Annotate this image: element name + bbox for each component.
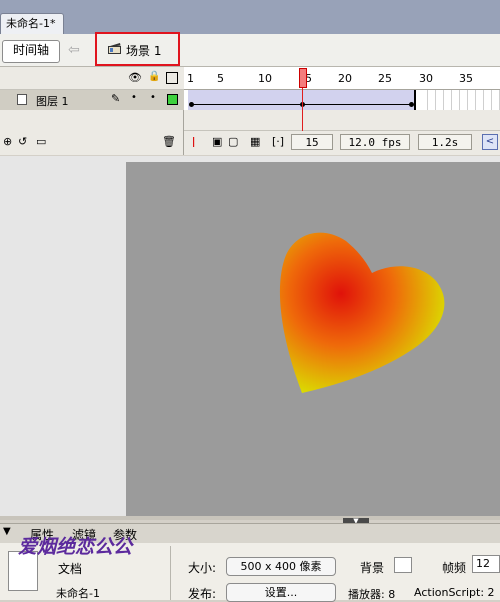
edit-multiple-icon[interactable]: ▦: [250, 135, 260, 148]
back-arrow-icon[interactable]: ⇦: [68, 42, 80, 58]
layer-row[interactable]: [0, 90, 184, 110]
onion-markers-icon[interactable]: [·]: [272, 135, 284, 148]
doc-type-label: 文档: [58, 562, 83, 576]
pencil-icon: ✎: [111, 92, 121, 105]
publish-label: 发布:: [188, 587, 217, 601]
current-frame-readout: 15: [291, 134, 333, 150]
frame-rate-readout: 12.0 fps: [340, 134, 410, 150]
layer-header: 👁 🔒: [0, 67, 184, 90]
layer-icon: [17, 94, 27, 105]
background-label: 背景: [360, 561, 385, 575]
ruler-tick: 5: [217, 72, 224, 85]
visibility-dot-icon[interactable]: •: [131, 92, 137, 103]
playhead-line: [302, 88, 303, 131]
playhead[interactable]: [299, 68, 307, 88]
layer-tools: ⊕ ↺ ▭ 🗑: [0, 110, 184, 155]
elapsed-time-readout: 1.2s: [418, 134, 472, 150]
onion-skin-icon[interactable]: ▣: [212, 135, 222, 148]
ruler-tick: 20: [338, 72, 352, 85]
scroll-left-icon[interactable]: <: [482, 134, 498, 150]
frame-ruler[interactable]: 1 5 10 15 20 25 30 35: [184, 67, 500, 90]
ruler-tick: 35: [459, 72, 473, 85]
add-layer-icon[interactable]: ⊕: [3, 135, 12, 148]
doc-name-label: 未命名-1: [56, 587, 100, 600]
center-frame-icon[interactable]: ǀ: [192, 135, 195, 148]
scene-clapper-icon: [108, 43, 121, 54]
document-tab[interactable]: 未命名-1*: [0, 13, 64, 34]
ruler-tick: 30: [419, 72, 433, 85]
actionscript-label: ActionScript: 2: [414, 586, 495, 599]
empty-frames[interactable]: [420, 90, 500, 110]
keyframe[interactable]: [409, 102, 414, 107]
heart-shape[interactable]: [270, 225, 450, 397]
ruler-tick: 25: [378, 72, 392, 85]
stage-scrollbar[interactable]: [0, 516, 500, 520]
lock-dot-icon[interactable]: •: [150, 92, 156, 103]
ruler-tick: 1: [187, 72, 194, 85]
frame-rate-label: 帧频: [442, 561, 467, 575]
layer-color-swatch[interactable]: [167, 94, 178, 105]
watermark: 爱烟绝恋公公: [18, 536, 133, 558]
layer-name[interactable]: 图层 1: [36, 93, 69, 109]
frame-rate-field[interactable]: 12: [472, 555, 500, 573]
onion-outline-icon[interactable]: ▢: [228, 135, 238, 148]
size-button[interactable]: 500 x 400 像素: [226, 557, 336, 576]
background-color-swatch[interactable]: [394, 557, 412, 573]
keyframe[interactable]: [189, 102, 194, 107]
add-folder-icon[interactable]: ▭: [36, 135, 46, 148]
size-label: 大小:: [188, 561, 217, 575]
outline-icon[interactable]: [166, 72, 178, 84]
add-guide-layer-icon[interactable]: ↺: [18, 135, 27, 148]
trash-icon[interactable]: 🗑: [162, 135, 176, 148]
timeline-toggle-button[interactable]: 时间轴: [2, 40, 60, 63]
eye-icon[interactable]: 👁: [128, 71, 142, 84]
scene-label[interactable]: 场景 1: [126, 42, 161, 59]
ruler-tick: 10: [258, 72, 272, 85]
publish-settings-button[interactable]: 设置...: [226, 583, 336, 602]
divider: [170, 546, 171, 600]
lock-icon[interactable]: 🔒: [148, 71, 160, 82]
panel-toggle-icon[interactable]: ▼: [3, 526, 11, 537]
document-tab-bar: [0, 0, 500, 35]
